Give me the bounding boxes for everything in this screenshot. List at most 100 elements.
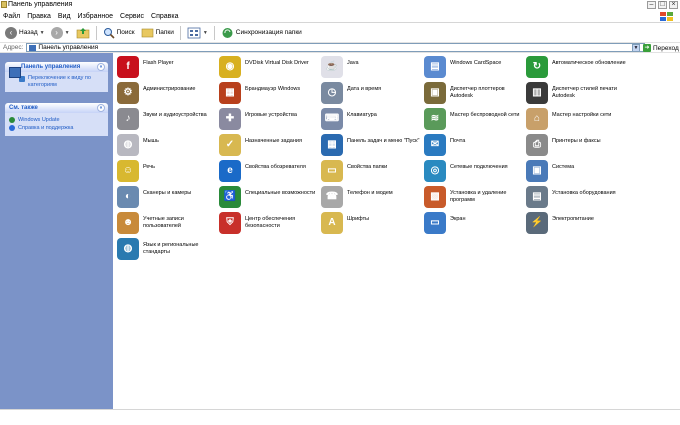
folders-icon [141,28,153,38]
windows-update-label: Windows Update [18,117,60,123]
fonts-icon: A [321,212,343,234]
address-dropdown-button[interactable]: ▼ [632,44,640,52]
control-panel-item[interactable]: ✓ Назначенные задания [219,134,319,160]
admin-tools-icon: ⚙ [117,82,139,104]
windows-logo-icon [660,12,673,21]
control-panel-item[interactable]: ▥ Диспетчер стилей печати Autodesk [526,82,626,108]
menu-edit[interactable]: Правка [27,13,51,20]
control-panel-item[interactable]: ✉ Почта [424,134,524,160]
address-bar: Адрес: Панель управления ▼ ➜ Переход [0,42,680,53]
control-panel-item[interactable]: ▤ Windows CardSpace [424,56,524,82]
control-panel-item[interactable]: ▦ Брандмауэр Windows [219,82,319,108]
control-panel-item[interactable]: ☺ Речь [117,160,217,186]
control-panel-item[interactable]: ☎ Телефон и модем [321,186,421,212]
control-panel-item[interactable]: ▭ Экран [424,212,524,238]
menu-help[interactable]: Справка [151,13,178,20]
control-panel-item[interactable]: ◎ Сетевые подключения [424,160,524,186]
control-panel-item[interactable]: ⌂ Мастер настройки сети [526,108,626,134]
control-panel-item[interactable]: ☻ Учетные записи пользователей [117,212,217,238]
item-label: Экран [450,216,466,222]
control-panel-item[interactable]: ♿ Специальные возможности [219,186,319,212]
scheduled-tasks-icon: ✓ [219,134,241,156]
up-folder-button[interactable] [74,25,92,41]
control-panel-item[interactable]: f Flash Player [117,56,217,82]
control-panel-item[interactable]: ≋ Мастер беспроводной сети [424,108,524,134]
disk-driver-icon: ◉ [219,56,241,78]
item-label: Windows CardSpace [450,60,502,66]
panel-title: См. также [9,105,38,111]
item-label: Язык и региональные стандарты [143,242,199,255]
menu-tools[interactable]: Сервис [120,13,144,20]
control-panel-item[interactable]: ☕ Java [321,56,421,82]
control-panel-item[interactable]: ⚡ Электропитание [526,212,626,238]
keyboard-icon: ⌨ [321,108,343,130]
go-button[interactable]: ➜ Переход [643,44,679,52]
power-icon: ⚡ [526,212,548,234]
search-icon [103,27,115,39]
control-panel-item[interactable]: ⚙ Администрирование [117,82,217,108]
back-label: Назад [19,29,38,36]
taskbar-icon: ▦ [321,134,343,156]
panel-title: Панель управления [21,64,81,70]
windows-update-link[interactable]: Windows Update [9,116,104,124]
panel-header-see-also[interactable]: См. также « [5,103,108,113]
item-label: Панель задач и меню "Пуск" [347,138,420,144]
menu-file[interactable]: Файл [3,13,20,20]
display-icon: ▭ [424,212,446,234]
forward-arrow-icon: › [50,26,63,39]
maximize-button[interactable]: □ [658,1,667,9]
control-panel-item[interactable]: ◍ Язык и региональные стандарты [117,238,217,264]
control-panel-item[interactable]: ⌨ Клавиатура [321,108,421,134]
search-button[interactable]: Поиск [101,25,137,41]
item-label: DVDisk Virtual Disk Driver [245,60,309,66]
control-panel-item[interactable]: ✚ Игровые устройства [219,108,319,134]
folders-button[interactable]: Папки [139,25,176,41]
collapse-chevron-icon[interactable]: « [97,104,105,112]
sync-folder-button[interactable]: Синхронизация папки [219,25,304,41]
help-support-link[interactable]: Справка и поддержка [9,124,104,132]
collapse-chevron-icon[interactable]: « [97,63,105,71]
item-label: Диспетчер стилей печати Autodesk [552,86,617,99]
item-label: Шрифты [347,216,370,222]
control-panel-item[interactable]: ⎙ Принтеры и факсы [526,134,626,160]
control-panel-item[interactable]: ◐ Сканеры и камеры [117,186,217,212]
control-panel-item[interactable]: ◉ DVDisk Virtual Disk Driver [219,56,319,82]
control-panel-item[interactable]: ▦ Панель задач и меню "Пуск" [321,134,421,160]
minimize-button[interactable]: – [647,1,656,9]
control-panel-item[interactable]: ▩ Установка и удаление программ [424,186,524,212]
control-panel-item[interactable]: ▣ Диспетчер плоттеров Autodesk [424,82,524,108]
back-button[interactable]: ‹ Назад ▼ [3,25,47,41]
network-setup-icon: ⌂ [526,108,548,130]
control-panel-item[interactable]: ◍ Мышь [117,134,217,160]
search-label: Поиск [116,29,135,36]
forward-button[interactable]: › ▼ [49,25,72,41]
control-panel-item[interactable]: e Свойства обозревателя [219,160,319,186]
menu-favorites[interactable]: Избранное [78,13,113,20]
control-panel-item[interactable]: ▭ Свойства папки [321,160,421,186]
control-panel-item[interactable]: ⛨ Центр обеспечения безопасности [219,212,319,238]
add-remove-icon: ▩ [424,186,446,208]
address-field[interactable]: Панель управления [26,43,646,52]
title-bar: Панель управления – □ × [0,0,680,11]
security-center-icon: ⛨ [219,212,241,234]
switch-view-link[interactable]: Переключение к виду по категориям [19,75,104,88]
sync-icon [222,27,233,38]
menu-view[interactable]: Вид [58,13,71,20]
gamepad-icon: ✚ [219,108,241,130]
item-label: Назначенные задания [245,138,302,144]
control-panel-item[interactable]: ▣ Система [526,160,626,186]
control-panel-item[interactable]: ◷ Дата и время [321,82,421,108]
control-panel-item[interactable]: A Шрифты [321,212,421,238]
sync-label: Синхронизация папки [235,29,302,36]
chevron-down-icon: ▼ [64,29,70,36]
item-label: Учетные записи пользователей [143,216,184,229]
control-panel-item[interactable]: ♪ Звуки и аудиоустройства [117,108,217,134]
close-button[interactable]: × [669,1,678,9]
flash-player-icon: f [117,56,139,78]
item-label: Звуки и аудиоустройства [143,112,207,118]
views-button[interactable]: ▼ [185,25,210,41]
item-label: Автоматическое обновление [552,60,626,66]
control-panel-item[interactable]: ↻ Автоматическое обновление [526,56,626,82]
item-label: Система [552,164,575,170]
control-panel-item[interactable]: ▤ Установка оборудования [526,186,626,212]
